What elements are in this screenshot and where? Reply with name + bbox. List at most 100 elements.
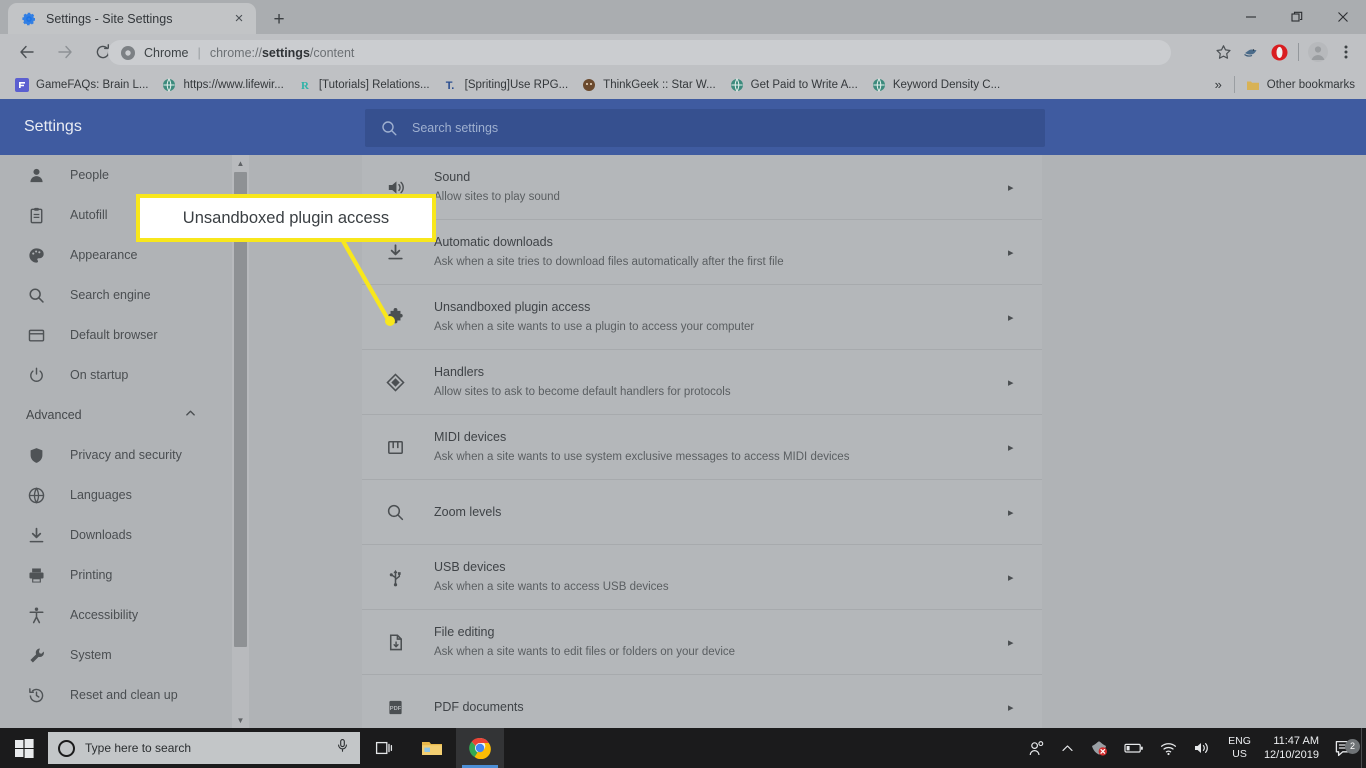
clock[interactable]: 11:47 AM 12/10/2019 — [1260, 734, 1329, 763]
sidebar-item-accessibility[interactable]: Accessibility — [0, 595, 232, 635]
search-icon — [26, 285, 46, 305]
antivirus-alert-icon[interactable] — [1082, 739, 1116, 757]
settings-row-subtitle: Ask when a site tries to download files … — [434, 256, 784, 269]
sidebar-item-printing[interactable]: Printing — [0, 555, 232, 595]
forward-icon[interactable] — [50, 37, 80, 67]
tab-strip: Settings - Site Settings × + — [0, 0, 1366, 34]
volume-icon[interactable] — [1185, 740, 1219, 756]
sidebar-item-downloads[interactable]: Downloads — [0, 515, 232, 555]
taskbar-search-input[interactable]: Type here to search — [48, 732, 360, 764]
chevron-right-icon: ▸ — [1008, 376, 1014, 389]
search-icon — [381, 120, 398, 137]
bookmark-item[interactable]: GameFAQs: Brain L... — [8, 74, 155, 96]
search-settings-input[interactable]: Search settings — [365, 109, 1045, 147]
windows-start-icon[interactable] — [0, 728, 48, 768]
wifi-icon[interactable] — [1152, 741, 1185, 756]
file-explorer-icon[interactable] — [408, 728, 456, 768]
chevron-up-icon[interactable] — [1053, 742, 1082, 755]
settings-row-usb-devices[interactable]: USB devices Ask when a site wants to acc… — [362, 545, 1042, 610]
task-view-icon[interactable] — [360, 728, 408, 768]
tab-title: Settings - Site Settings — [46, 11, 173, 26]
minimize-icon[interactable] — [1228, 0, 1274, 34]
chrome-menu-icon[interactable] — [1332, 38, 1360, 66]
settings-row-text: Unsandboxed plugin access Ask when a sit… — [434, 298, 1008, 336]
bookmark-item[interactable]: ThinkGeek :: Star W... — [575, 74, 722, 96]
opera-extension-icon[interactable] — [1265, 38, 1293, 66]
bookmark-label: Keyword Density C... — [892, 78, 1001, 91]
settings-row-file-editing[interactable]: File editing Ask when a site wants to ed… — [362, 610, 1042, 675]
bookmark-item[interactable]: Get Paid to Write A... — [723, 74, 865, 96]
sidebar-item-search-engine[interactable]: Search engine — [0, 275, 232, 315]
settings-row-title: Automatic downloads — [434, 235, 553, 250]
battery-icon[interactable] — [1116, 741, 1152, 755]
settings-row-pdf-documents[interactable]: PDF PDF documents ▸ — [362, 675, 1042, 729]
maximize-icon[interactable] — [1274, 0, 1320, 34]
address-bar[interactable]: Chrome | chrome://settings/content — [108, 40, 1171, 65]
microphone-icon[interactable] — [335, 738, 350, 758]
settings-row-text: PDF documents — [434, 698, 1008, 716]
back-icon[interactable] — [12, 37, 42, 67]
bookmark-label: [Tutorials] Relations... — [318, 78, 430, 91]
history-restore-icon — [26, 685, 46, 705]
site-settings-card: Sound Allow sites to play sound ▸ Automa… — [362, 155, 1042, 729]
svg-text:R: R — [301, 80, 310, 92]
window-controls — [1228, 0, 1366, 34]
person-icon — [26, 165, 46, 185]
other-bookmarks-button[interactable]: Other bookmarks — [1239, 74, 1362, 96]
bookmarks-overflow-icon[interactable]: » — [1207, 77, 1230, 92]
sidebar-advanced-toggle[interactable]: Advanced — [0, 395, 210, 435]
usb-icon — [384, 566, 406, 588]
settings-row-text: MIDI devices Ask when a site wants to us… — [434, 428, 1008, 466]
url-bold: settings — [261, 45, 310, 60]
sidebar-item-label: System — [70, 648, 112, 662]
bookmark-item[interactable]: T. [Spriting]Use RPG... — [437, 74, 576, 96]
sidebar-item-reset-and-clean-up[interactable]: Reset and clean up — [0, 675, 232, 715]
screen: Settings - Site Settings × + Chrome | ch… — [0, 0, 1366, 768]
settings-row-title: PDF documents — [434, 699, 524, 714]
scroll-down-icon[interactable]: ▼ — [232, 712, 249, 729]
callout-box: Unsandboxed plugin access — [136, 194, 436, 242]
close-icon[interactable]: × — [230, 10, 248, 28]
settings-row-midi-devices[interactable]: MIDI devices Ask when a site wants to us… — [362, 415, 1042, 480]
bookmark-item[interactable]: R [Tutorials] Relations... — [291, 74, 437, 96]
sidebar-item-default-browser[interactable]: Default browser — [0, 315, 232, 355]
scroll-up-icon[interactable]: ▲ — [232, 155, 249, 172]
scrollbar-thumb[interactable] — [234, 172, 247, 647]
folder-icon — [1246, 78, 1260, 92]
download-icon — [384, 241, 406, 263]
sidebar-item-languages[interactable]: Languages — [0, 475, 232, 515]
close-window-icon[interactable] — [1320, 0, 1366, 34]
show-desktop-button[interactable] — [1361, 728, 1366, 768]
settings-row-sound[interactable]: Sound Allow sites to play sound ▸ — [362, 155, 1042, 220]
extension-bird-icon[interactable] — [1237, 38, 1265, 66]
sidebar-item-people[interactable]: People — [0, 155, 232, 195]
language-line-2: US — [1232, 748, 1247, 760]
people-icon[interactable] — [1020, 740, 1053, 757]
globe-icon — [26, 485, 46, 505]
bookmark-star-icon[interactable] — [1209, 38, 1237, 66]
new-tab-button[interactable]: + — [266, 6, 292, 32]
puzzle-piece-icon — [384, 306, 406, 328]
sidebar-item-label: Default browser — [70, 328, 158, 342]
sidebar-item-system[interactable]: System — [0, 635, 232, 675]
sidebar-item-on-startup[interactable]: On startup — [0, 355, 232, 395]
settings-row-handlers[interactable]: Handlers Allow sites to ask to become de… — [362, 350, 1042, 415]
midi-keyboard-icon — [384, 436, 406, 458]
profile-avatar-icon[interactable] — [1304, 38, 1332, 66]
chrome-taskbar-icon[interactable] — [456, 728, 504, 768]
omnibox-url: chrome://settings/content — [210, 46, 355, 60]
sidebar-item-label: Privacy and security — [70, 448, 182, 462]
settings-row-automatic-downloads[interactable]: Automatic downloads Ask when a site trie… — [362, 220, 1042, 285]
bookmark-item[interactable]: Keyword Density C... — [865, 74, 1007, 96]
browser-tab[interactable]: Settings - Site Settings × — [8, 3, 256, 34]
sidebar-item-label: Appearance — [70, 248, 138, 262]
sidebar-item-privacy-and-security[interactable]: Privacy and security — [0, 435, 232, 475]
settings-row-subtitle: Ask when a site wants to use system excl… — [434, 451, 850, 464]
settings-row-zoom-levels[interactable]: Zoom levels ▸ — [362, 480, 1042, 545]
settings-row-title: Zoom levels — [434, 504, 502, 519]
palette-icon — [26, 245, 46, 265]
bookmark-item[interactable]: https://www.lifewir... — [155, 74, 290, 96]
globe-icon — [872, 77, 886, 92]
language-indicator[interactable]: ENG US — [1219, 735, 1260, 761]
settings-row-unsandboxed-plugin-access[interactable]: Unsandboxed plugin access Ask when a sit… — [362, 285, 1042, 350]
